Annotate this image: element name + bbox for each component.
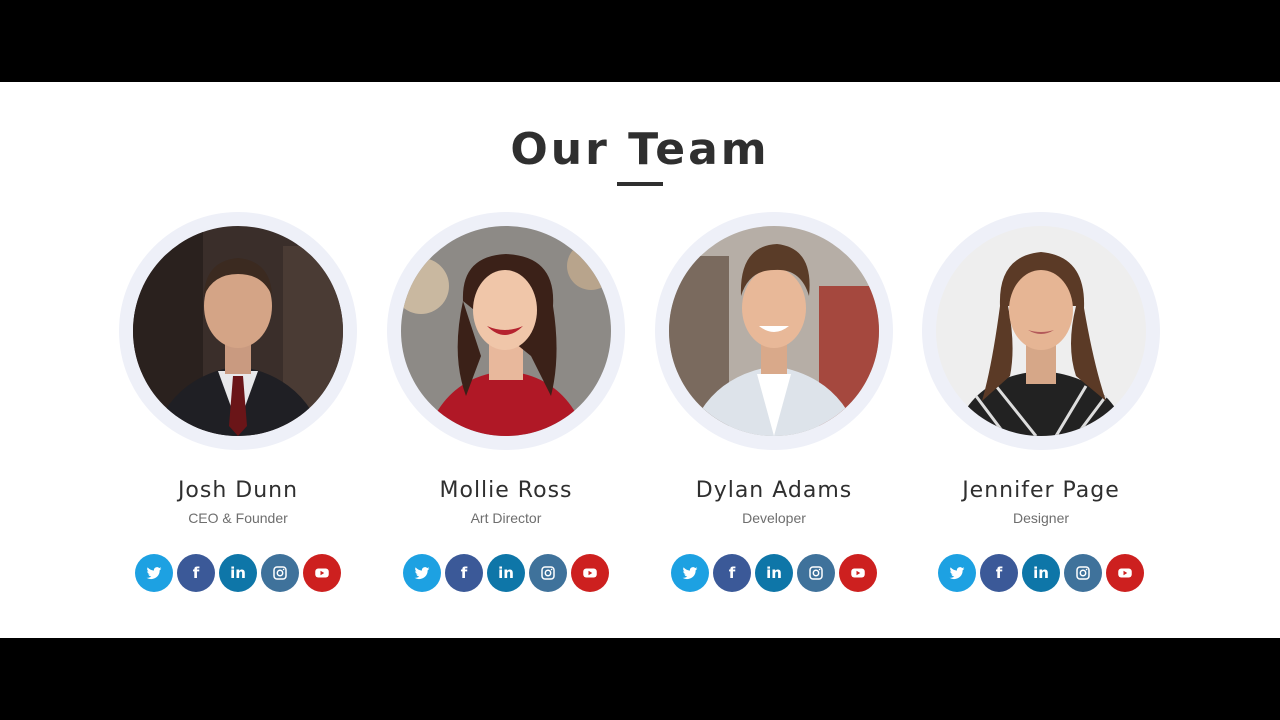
member-role: CEO & Founder (188, 510, 288, 526)
team-section: Our Team Josh Dunn CEO & Founder f in Mo… (0, 82, 1280, 638)
member-role: Developer (742, 510, 806, 526)
member-name: Dylan Adams (695, 478, 853, 503)
youtube-icon[interactable] (839, 554, 877, 592)
letterbox-bottom (0, 638, 1280, 720)
facebook-icon[interactable]: f (980, 554, 1018, 592)
instagram-icon[interactable] (1064, 554, 1102, 592)
social-links: f in (104, 554, 372, 592)
social-links: f in (640, 554, 908, 592)
team-member-card: Mollie Ross Art Director f in (372, 212, 640, 612)
social-links: f in (907, 554, 1175, 592)
linkedin-icon[interactable]: in (755, 554, 793, 592)
avatar-ring (655, 212, 893, 450)
avatar-ring (387, 212, 625, 450)
youtube-icon[interactable] (571, 554, 609, 592)
member-role: Art Director (470, 510, 542, 526)
avatar-ring (119, 212, 357, 450)
facebook-icon[interactable]: f (445, 554, 483, 592)
team-member-card: Josh Dunn CEO & Founder f in (104, 212, 372, 612)
avatar-ring (922, 212, 1160, 450)
member-name: Mollie Ross (439, 478, 573, 503)
linkedin-icon[interactable]: in (219, 554, 257, 592)
facebook-icon[interactable]: f (713, 554, 751, 592)
title-underline (617, 182, 663, 186)
twitter-icon[interactable] (135, 554, 173, 592)
avatar-photo (133, 226, 343, 436)
member-name: Jennifer Page (962, 478, 1120, 503)
team-members: Josh Dunn CEO & Founder f in Mollie Ross… (0, 212, 1280, 612)
instagram-icon[interactable] (261, 554, 299, 592)
avatar-photo (936, 226, 1146, 436)
youtube-icon[interactable] (1106, 554, 1144, 592)
section-title: Our Team (510, 124, 770, 175)
twitter-icon[interactable] (938, 554, 976, 592)
social-links: f in (372, 554, 640, 592)
member-name: Josh Dunn (177, 478, 299, 503)
facebook-icon[interactable]: f (177, 554, 215, 592)
letterbox-top (0, 0, 1280, 82)
instagram-icon[interactable] (797, 554, 835, 592)
linkedin-icon[interactable]: in (487, 554, 525, 592)
avatar-photo (669, 226, 879, 436)
twitter-icon[interactable] (671, 554, 709, 592)
avatar-photo (401, 226, 611, 436)
instagram-icon[interactable] (529, 554, 567, 592)
member-role: Designer (1012, 510, 1070, 526)
team-member-card: Jennifer Page Designer f in (907, 212, 1175, 612)
linkedin-icon[interactable]: in (1022, 554, 1060, 592)
team-member-card: Dylan Adams Developer f in (640, 212, 908, 612)
youtube-icon[interactable] (303, 554, 341, 592)
twitter-icon[interactable] (403, 554, 441, 592)
